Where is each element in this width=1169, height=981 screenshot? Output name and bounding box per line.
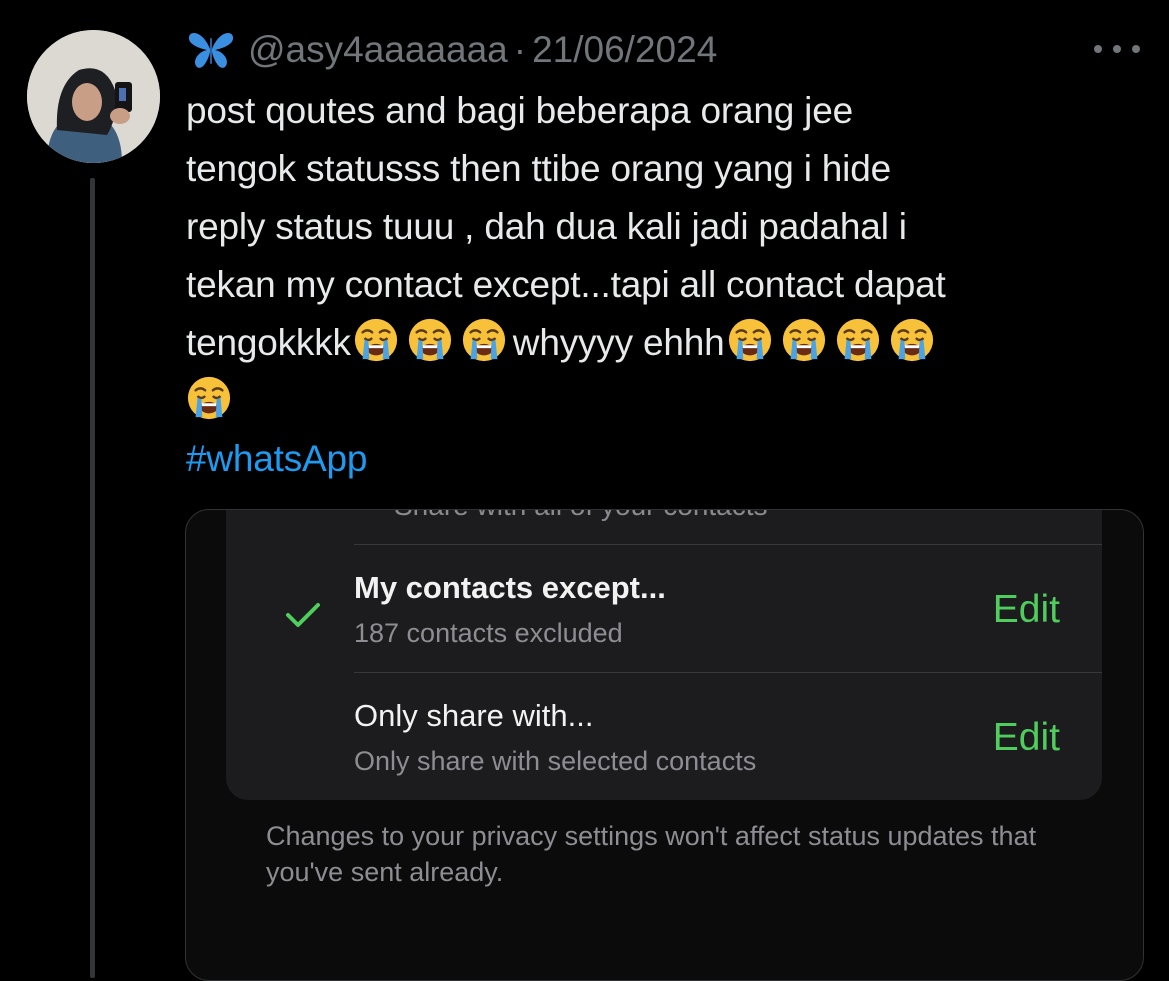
thread-line	[90, 178, 95, 978]
tweet-text: post qoutes and bagi beberapa orang jee …	[186, 82, 1161, 488]
tweet-text-line	[186, 372, 1161, 430]
profile-photo	[27, 30, 160, 163]
attached-image[interactable]: Share with all of your contacts My conta…	[185, 509, 1144, 981]
loudly-crying-face-emoji	[461, 317, 507, 363]
hashtag-link[interactable]: #whatsApp	[186, 430, 1161, 488]
option-subtitle: Only share with selected contacts	[354, 746, 757, 776]
tweet-header: @asy4aaaaaaa · 21/06/2024	[186, 24, 717, 76]
option-only-share-with[interactable]: Only share with...	[354, 698, 593, 734]
option-subtitle: 187 contacts excluded	[354, 618, 623, 648]
edit-button[interactable]: Edit	[993, 588, 1060, 632]
privacy-options-card: Share with all of your contacts My conta…	[226, 510, 1102, 800]
butterfly-icon	[188, 32, 234, 68]
tweet-text-segment: whyyyy ehhh	[512, 322, 725, 363]
loudly-crying-face-emoji	[353, 317, 399, 363]
privacy-footer-note: Changes to your privacy settings won't a…	[266, 821, 1037, 887]
divider	[354, 544, 1102, 545]
tweet-text-segment: tengokkkk	[186, 322, 351, 363]
more-icon[interactable]	[1094, 34, 1140, 64]
divider	[354, 672, 1102, 673]
loudly-crying-face-emoji	[889, 317, 935, 363]
tweet-text-line: post qoutes and bagi beberapa orang jee	[186, 90, 853, 131]
avatar[interactable]	[27, 30, 160, 163]
loudly-crying-face-emoji	[781, 317, 827, 363]
cutoff-option-text: Share with all of your contacts	[394, 510, 768, 522]
loudly-crying-face-emoji	[186, 375, 232, 421]
tweet-text-line: reply status tuuu , dah dua kali jadi pa…	[186, 206, 907, 247]
tweet-text-line: tengok statusss then ttibe orang yang i …	[186, 148, 891, 189]
loudly-crying-face-emoji	[727, 317, 773, 363]
option-my-contacts-except[interactable]: My contacts except...	[354, 570, 666, 606]
loudly-crying-face-emoji	[835, 317, 881, 363]
checkmark-icon	[286, 603, 320, 627]
loudly-crying-face-emoji	[407, 317, 453, 363]
edit-button[interactable]: Edit	[993, 716, 1060, 760]
author-handle[interactable]: @asy4aaaaaaa	[248, 29, 508, 71]
tweet-text-line: tekan my contact except...tapi all conta…	[186, 264, 946, 305]
tweet-text-line: tengokkkk whyyyy ehhh	[186, 314, 1161, 372]
header-separator: ·	[513, 29, 527, 70]
tweet-date[interactable]: 21/06/2024	[532, 29, 717, 71]
